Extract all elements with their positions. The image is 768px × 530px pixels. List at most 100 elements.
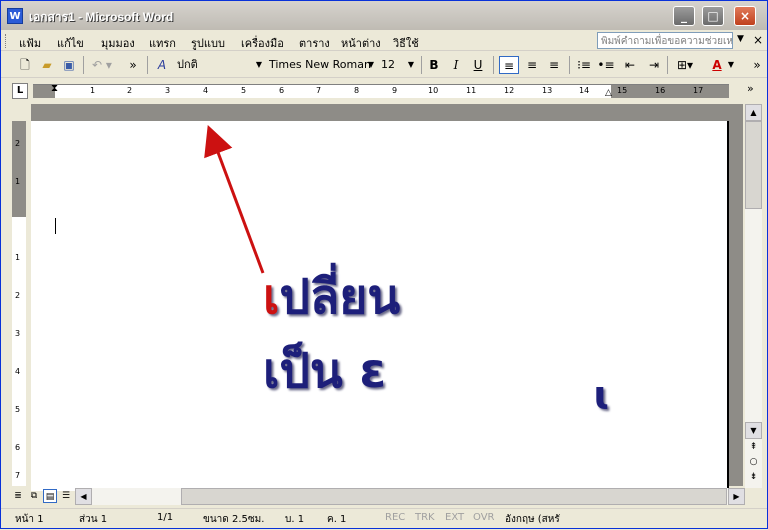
horizontal-scroll-thumb[interactable] (181, 488, 727, 505)
text-cursor (55, 218, 56, 234)
ruler-number: 3 (165, 86, 171, 95)
window-title: เอกสาร1 - Microsoft Word (29, 10, 174, 24)
vruler-number: 1 (15, 177, 21, 186)
increase-indent-icon[interactable]: ⇥ (645, 56, 663, 74)
minimize-button[interactable]: _ (673, 6, 695, 26)
ruler-number: 13 (542, 86, 553, 95)
ruler-number: 17 (693, 86, 704, 95)
ruler-number: 7 (316, 86, 322, 95)
ruler-number: 5 (241, 86, 247, 95)
font-value: Times New Roman (269, 58, 371, 71)
save-icon[interactable]: ▣ (61, 56, 77, 74)
font-select[interactable]: Times New Roman (269, 56, 373, 74)
ruler-number: 6 (279, 86, 285, 95)
status-ovr[interactable]: OVR (473, 512, 494, 523)
status-line: บ. 1 (285, 514, 305, 525)
menu-grip-icon[interactable] (5, 34, 8, 48)
underline-button[interactable]: U (471, 56, 485, 74)
menu-format[interactable]: รูปแบบ (191, 34, 225, 52)
toolbar-overflow[interactable]: » (127, 56, 139, 74)
toolbar-separator (421, 56, 422, 74)
align-right-icon[interactable]: ≡ (545, 56, 563, 74)
vruler-number: 2 (15, 139, 21, 148)
vertical-ruler[interactable]: 2 1 1 2 3 4 5 6 7 (12, 121, 26, 486)
word-icon[interactable]: W (7, 8, 23, 24)
scroll-up-icon[interactable]: ▲ (745, 104, 762, 121)
menu-insert[interactable]: แทรก (149, 34, 176, 52)
ruler-overflow[interactable]: » (747, 82, 754, 95)
font-color-dropdown-icon[interactable]: ▼ (727, 56, 735, 74)
status-page: หน้า 1 (15, 514, 44, 525)
vruler-number: 5 (15, 405, 21, 414)
align-center-icon[interactable]: ≡ (523, 56, 541, 74)
status-ext[interactable]: EXT (445, 512, 464, 523)
ruler-number: 15 (617, 86, 628, 95)
styles-formatting-icon[interactable]: A (153, 56, 171, 74)
scroll-down-icon[interactable]: ▼ (745, 422, 762, 439)
previous-page-icon[interactable]: ⇞ (745, 440, 762, 455)
decrease-indent-icon[interactable]: ⇤ (621, 56, 639, 74)
ruler-number: 14 (579, 86, 590, 95)
help-question-input[interactable]: พิมพ์คำถามเพื่อขอความช่วยเหลือ (597, 32, 733, 49)
menu-view[interactable]: มุมมอง (101, 34, 135, 52)
right-indent-marker-icon[interactable]: △ (605, 88, 612, 98)
tab-selector-icon[interactable]: L (12, 83, 28, 99)
style-select[interactable]: ปกติ (177, 56, 263, 74)
new-document-icon[interactable]: 🗋 (17, 56, 33, 74)
font-dropdown-icon[interactable]: ▼ (367, 56, 375, 74)
title-bar[interactable]: W เอกสาร1 - Microsoft Word _ □ × (1, 1, 767, 30)
numbering-icon[interactable]: ⁝≡ (575, 56, 593, 74)
style-value: ปกติ (177, 58, 198, 71)
open-folder-icon[interactable]: ▰ (39, 56, 55, 74)
menu-help[interactable]: วิธีใช้ (393, 34, 419, 52)
word-window: W เอกสาร1 - Microsoft Word _ □ × แฟ้ม แก… (0, 0, 768, 529)
help-dropdown-icon[interactable]: ▼ (737, 34, 744, 44)
italic-button[interactable]: I (449, 56, 463, 74)
left-indent-marker-icon[interactable]: ⧗ (51, 83, 58, 94)
vertical-scroll-thumb[interactable] (745, 121, 762, 209)
horizontal-ruler[interactable]: 1 2 3 4 5 6 7 8 9 10 11 12 13 14 15 16 1… (33, 83, 729, 98)
menu-edit[interactable]: แก้ไข (57, 34, 84, 52)
menu-table[interactable]: ตาราง (299, 34, 330, 52)
status-rec[interactable]: REC (385, 512, 405, 523)
print-layout-view-icon[interactable]: ▤ (43, 489, 57, 503)
vruler-number: 3 (15, 329, 21, 338)
menu-file[interactable]: แฟ้ม (19, 34, 41, 52)
close-document-button[interactable]: × (753, 33, 763, 47)
outline-view-icon[interactable]: ☰ (59, 489, 73, 503)
status-trk[interactable]: TRK (415, 512, 435, 523)
bold-button[interactable]: B (427, 56, 441, 74)
close-button[interactable]: × (734, 6, 756, 26)
menu-window[interactable]: หน้าต่าง (341, 34, 381, 52)
toolbar-overflow-right[interactable]: » (751, 56, 763, 74)
font-color-icon[interactable]: A (705, 56, 729, 74)
borders-icon[interactable]: ⊞▾ (673, 56, 697, 74)
select-browse-object-icon[interactable]: ○ (745, 455, 762, 470)
align-left-icon[interactable]: ≡ (499, 56, 519, 74)
annotation-line1: เปลี่ยน (263, 259, 400, 335)
ruler-right-margin (611, 85, 729, 98)
horizontal-scrollbar[interactable]: ◀ ▶ (75, 488, 745, 505)
web-layout-view-icon[interactable]: ⧉ (27, 489, 41, 503)
scroll-left-icon[interactable]: ◀ (75, 488, 92, 505)
vertical-ruler-margin (12, 121, 26, 217)
toolbar-separator (667, 56, 668, 74)
style-dropdown-icon[interactable]: ▼ (255, 56, 263, 74)
scroll-right-icon[interactable]: ▶ (728, 488, 745, 505)
ruler-number: 2 (127, 86, 133, 95)
status-language[interactable]: อังกฤษ (สหรั (505, 512, 560, 527)
status-pages: 1/1 (157, 512, 174, 523)
bullets-icon[interactable]: •≡ (597, 56, 615, 74)
next-page-icon[interactable]: ⇟ (745, 470, 762, 485)
vruler-number: 6 (15, 443, 21, 452)
size-dropdown-icon[interactable]: ▼ (407, 56, 415, 74)
maximize-button[interactable]: □ (702, 6, 724, 26)
undo-icon[interactable]: ↶ ▾ (89, 56, 115, 74)
menu-bar: แฟ้ม แก้ไข มุมมอง แทรก รูปแบบ เครื่องมือ… (1, 30, 767, 51)
toolbar-separator (83, 56, 84, 74)
ruler-number: 12 (504, 86, 515, 95)
vertical-scrollbar[interactable]: ▲ ▼ ⇞ ○ ⇟ (745, 104, 762, 488)
annotation-line1-rest: ปลี่ยน (279, 269, 401, 325)
menu-tools[interactable]: เครื่องมือ (241, 34, 284, 52)
normal-view-icon[interactable]: ≣ (11, 489, 25, 503)
